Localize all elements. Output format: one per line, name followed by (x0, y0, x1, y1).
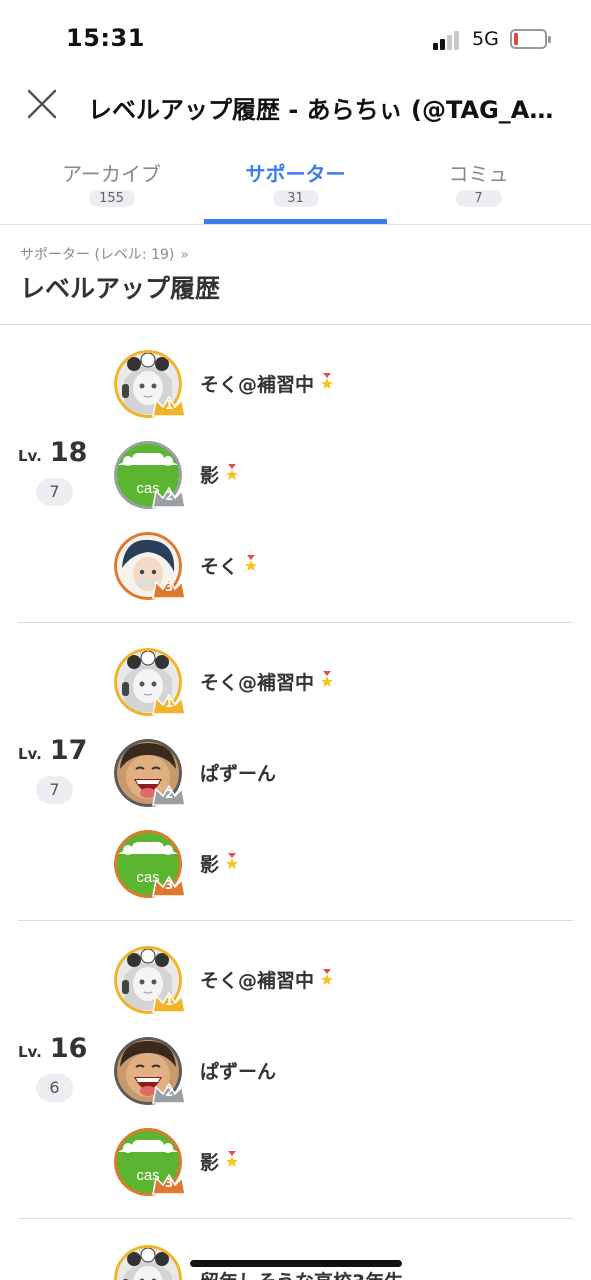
level-prefix: Lv. (18, 447, 42, 465)
supporter-name: ぱずーん (200, 1061, 277, 1083)
level-supporter-count: 6 (36, 1074, 73, 1102)
tab-label: アーカイブ (62, 162, 161, 186)
supporter-row[interactable]: cas 3 影 (114, 830, 574, 900)
supporter-row[interactable]: 2 ぱずーん (114, 739, 574, 809)
tab-count-badge: 155 (88, 190, 135, 207)
rank-number: 1 (165, 994, 174, 1008)
tab-bar: アーカイブ 155 サポーター 31 コミュ 7 (0, 150, 591, 225)
close-icon (27, 89, 57, 119)
medal-icon (225, 853, 239, 869)
level-prefix: Lv. (18, 1043, 42, 1061)
tab-label: サポーター (245, 162, 346, 186)
rank-number: 2 (165, 787, 174, 801)
level-label: Lv. 16 6 (18, 1033, 93, 1102)
section-title: レベルアップ履歴 (20, 274, 221, 303)
rank-number: 3 (165, 580, 174, 594)
crown-icon: 3 (152, 577, 186, 599)
breadcrumb[interactable]: サポーター (レベル: 19) » (20, 244, 189, 264)
supporter-name: そく (200, 556, 239, 578)
supporter-row[interactable]: cas 3 影 (114, 1128, 574, 1198)
level-supporter-count: 7 (36, 776, 73, 804)
supporter-name: 影 (200, 854, 220, 876)
supporter-row[interactable]: 3 そく (114, 532, 574, 602)
supporter-name: 影 (200, 465, 220, 487)
tab-community[interactable]: コミュ 7 (387, 150, 570, 224)
supporter-name: 留年しそうな高校3年生 (200, 1267, 403, 1280)
close-button[interactable] (24, 86, 60, 122)
network-type: 5G (472, 28, 499, 50)
level-number: 18 (49, 437, 88, 468)
level-number: 17 (49, 735, 88, 766)
tab-count-badge: 31 (272, 190, 319, 207)
supporter-name: 影 (200, 1152, 220, 1174)
home-indicator (190, 1260, 402, 1267)
status-time: 15:31 (66, 24, 145, 52)
crown-icon: 2 (152, 784, 186, 806)
tab-supporters[interactable]: サポーター 31 (204, 150, 387, 224)
tab-count-badge: 7 (455, 190, 502, 207)
supporter-name: ぱずーん (200, 763, 277, 785)
level-history-list: Lv. 18 7 1 そく@補習中 cas 2 影 3 そく Lv. 17 7 1 そく@補習中 (0, 325, 591, 1219)
medal-icon (320, 373, 334, 389)
level-number: 16 (49, 1033, 88, 1064)
medal-icon (244, 555, 258, 571)
chevron-right-icon: » (180, 247, 189, 263)
level-group: Lv. 17 7 1 そく@補習中 2 ぱずーん cas 3 影 (0, 623, 591, 921)
avatar (114, 1245, 182, 1280)
tab-archive[interactable]: アーカイブ 155 (20, 150, 203, 224)
crown-icon: 1 (152, 395, 186, 417)
crown-icon: 3 (152, 1173, 186, 1195)
crown-icon: 2 (152, 486, 186, 508)
supporter-name: そく@補習中 (200, 970, 315, 992)
signal-icon (433, 30, 463, 50)
supporter-name: そく@補習中 (200, 374, 315, 396)
supporter-row[interactable]: 2 ぱずーん (114, 1037, 574, 1107)
rank-number: 2 (165, 1085, 174, 1099)
medal-icon (225, 464, 239, 480)
supporter-row[interactable]: cas 2 影 (114, 441, 574, 511)
breadcrumb-text: サポーター (レベル: 19) (20, 247, 175, 263)
supporter-row[interactable]: 1 そく@補習中 (114, 946, 574, 1016)
active-tab-indicator (204, 219, 387, 224)
rank-number: 1 (165, 398, 174, 412)
supporter-row[interactable]: 1 そく@補習中 (114, 648, 574, 718)
divider (18, 1218, 573, 1219)
level-supporter-count: 7 (36, 478, 73, 506)
rank-number: 1 (165, 696, 174, 710)
status-bar: 15:31 5G (0, 0, 591, 70)
rank-number: 3 (165, 1176, 174, 1190)
crown-icon: 1 (152, 693, 186, 715)
level-group: Lv. 16 6 1 そく@補習中 2 ぱずーん cas 3 影 (0, 921, 591, 1219)
supporter-row[interactable]: 1 そく@補習中 (114, 350, 574, 420)
medal-icon (225, 1151, 239, 1167)
level-group: Lv. 18 7 1 そく@補習中 cas 2 影 3 そく (0, 325, 591, 623)
level-label: Lv. 18 7 (18, 437, 93, 506)
crown-icon: 2 (152, 1082, 186, 1104)
crown-icon: 3 (152, 875, 186, 897)
medal-icon (320, 671, 334, 687)
level-prefix: Lv. (18, 745, 42, 763)
battery-icon (510, 29, 547, 49)
medal-icon (320, 969, 334, 985)
level-label: Lv. 17 7 (18, 735, 93, 804)
page-title: レベルアップ履歴 - あらちぃ (@TAG_Ar... (88, 96, 558, 124)
tab-label: コミュ (448, 162, 509, 186)
crown-icon: 1 (152, 991, 186, 1013)
rank-number: 2 (165, 489, 174, 503)
supporter-name: そく@補習中 (200, 672, 315, 694)
rank-number: 3 (165, 878, 174, 892)
